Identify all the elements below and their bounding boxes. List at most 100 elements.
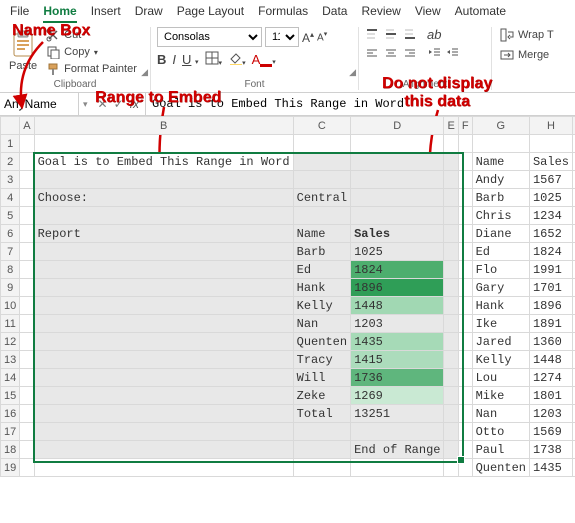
cell-A17[interactable]: [20, 423, 34, 441]
col-header-A[interactable]: A: [20, 117, 34, 135]
align-right-button[interactable]: [403, 46, 419, 62]
cell-G18[interactable]: Paul: [472, 441, 529, 459]
wrap-text-button[interactable]: Wrap T: [498, 27, 556, 43]
row-header-11[interactable]: 11: [1, 315, 20, 333]
cell-H18[interactable]: 1738: [529, 441, 572, 459]
cell-G11[interactable]: Ike: [472, 315, 529, 333]
cell-F6[interactable]: [458, 225, 472, 243]
menu-formulas[interactable]: Formulas: [258, 4, 308, 23]
cell-C4[interactable]: Central: [293, 189, 350, 207]
cell-G7[interactable]: Ed: [472, 243, 529, 261]
row-header-19[interactable]: 19: [1, 459, 20, 477]
cell-E2[interactable]: [444, 153, 458, 171]
cell-A18[interactable]: [20, 441, 34, 459]
dialog-launcher-icon[interactable]: ◢: [141, 67, 148, 78]
cell-A2[interactable]: [20, 153, 34, 171]
cell-B13[interactable]: [34, 351, 293, 369]
menu-page-layout[interactable]: Page Layout: [177, 4, 244, 23]
cell-D18[interactable]: End of Range: [351, 441, 444, 459]
cell-A6[interactable]: [20, 225, 34, 243]
cell-A11[interactable]: [20, 315, 34, 333]
cell-H16[interactable]: 1203: [529, 405, 572, 423]
align-center-button[interactable]: [384, 46, 400, 62]
cell-E15[interactable]: [444, 387, 458, 405]
cell-D9[interactable]: 1896: [351, 279, 444, 297]
cell-D8[interactable]: 1824: [351, 261, 444, 279]
format-painter-button[interactable]: Format Painter: [44, 61, 139, 77]
cell-G2[interactable]: Name: [472, 153, 529, 171]
cell-D14[interactable]: 1736: [351, 369, 444, 387]
row-header-13[interactable]: 13: [1, 351, 20, 369]
italic-button[interactable]: I: [172, 52, 176, 67]
cell-E3[interactable]: [444, 171, 458, 189]
menu-home[interactable]: Home: [43, 4, 76, 23]
cell-B5[interactable]: [34, 207, 293, 225]
cell-B19[interactable]: [34, 459, 293, 477]
cell-H14[interactable]: 1274: [529, 369, 572, 387]
cell-C6[interactable]: Name: [293, 225, 350, 243]
cell-D4[interactable]: [351, 189, 444, 207]
cancel-icon[interactable]: ✕: [98, 97, 108, 111]
cell-E16[interactable]: [444, 405, 458, 423]
cell-G3[interactable]: Andy: [472, 171, 529, 189]
col-header-F[interactable]: F: [458, 117, 472, 135]
cell-C17[interactable]: [293, 423, 350, 441]
cell-E14[interactable]: [444, 369, 458, 387]
cell-G13[interactable]: Kelly: [472, 351, 529, 369]
dialog-launcher-icon[interactable]: ◢: [349, 67, 356, 78]
cell-G4[interactable]: Barb: [472, 189, 529, 207]
cell-F1[interactable]: [458, 135, 472, 153]
cell-H19[interactable]: 1435: [529, 459, 572, 477]
cell-E5[interactable]: [444, 207, 458, 225]
cell-A19[interactable]: [20, 459, 34, 477]
col-header-G[interactable]: G: [472, 117, 529, 135]
cell-G5[interactable]: Chris: [472, 207, 529, 225]
cell-C3[interactable]: [293, 171, 350, 189]
menu-insert[interactable]: Insert: [91, 4, 121, 23]
cell-B16[interactable]: [34, 405, 293, 423]
namebox-dropdown-icon[interactable]: ▾: [79, 99, 92, 110]
cell-G9[interactable]: Gary: [472, 279, 529, 297]
cell-D7[interactable]: 1025: [351, 243, 444, 261]
cell-F15[interactable]: [458, 387, 472, 405]
decrease-font-icon[interactable]: A▾: [317, 30, 327, 43]
cell-E12[interactable]: [444, 333, 458, 351]
cell-E1[interactable]: [444, 135, 458, 153]
row-header-7[interactable]: 7: [1, 243, 20, 261]
cell-B8[interactable]: [34, 261, 293, 279]
cell-C9[interactable]: Hank: [293, 279, 350, 297]
cell-F10[interactable]: [458, 297, 472, 315]
menu-automate[interactable]: Automate: [455, 4, 506, 23]
decrease-indent-button[interactable]: [427, 46, 441, 61]
cell-E9[interactable]: [444, 279, 458, 297]
cell-D15[interactable]: 1269: [351, 387, 444, 405]
cell-G16[interactable]: Nan: [472, 405, 529, 423]
col-header-C[interactable]: C: [293, 117, 350, 135]
underline-button[interactable]: U ▾: [182, 52, 199, 67]
fx-icon[interactable]: fx: [130, 97, 139, 111]
cell-A13[interactable]: [20, 351, 34, 369]
row-header-17[interactable]: 17: [1, 423, 20, 441]
orientation-button[interactable]: ab: [427, 27, 459, 42]
cell-H13[interactable]: 1448: [529, 351, 572, 369]
cell-C1[interactable]: [293, 135, 350, 153]
cell-H4[interactable]: 1025: [529, 189, 572, 207]
font-family-select[interactable]: Consolas: [157, 27, 262, 47]
menu-data[interactable]: Data: [322, 4, 347, 23]
cell-G1[interactable]: [472, 135, 529, 153]
cell-A14[interactable]: [20, 369, 34, 387]
cell-D12[interactable]: 1435: [351, 333, 444, 351]
cell-G17[interactable]: Otto: [472, 423, 529, 441]
cell-G10[interactable]: Hank: [472, 297, 529, 315]
cell-H9[interactable]: 1701: [529, 279, 572, 297]
cell-F4[interactable]: [458, 189, 472, 207]
col-header-D[interactable]: D: [351, 117, 444, 135]
cell-E17[interactable]: [444, 423, 458, 441]
row-header-6[interactable]: 6: [1, 225, 20, 243]
cell-B3[interactable]: [34, 171, 293, 189]
cell-F12[interactable]: [458, 333, 472, 351]
row-header-16[interactable]: 16: [1, 405, 20, 423]
cell-D6[interactable]: Sales: [351, 225, 444, 243]
cell-B18[interactable]: [34, 441, 293, 459]
enter-icon[interactable]: ✓: [114, 97, 124, 111]
